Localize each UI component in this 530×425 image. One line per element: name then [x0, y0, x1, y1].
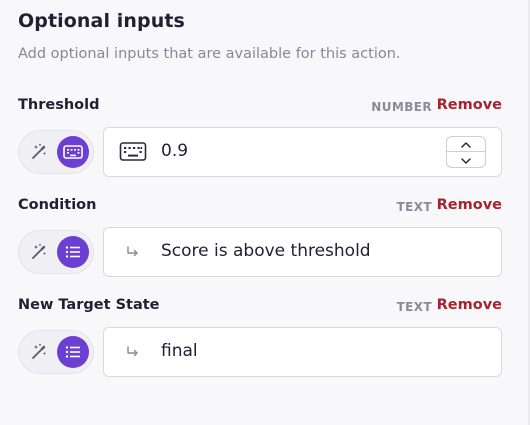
- magic-wand-icon[interactable]: [27, 340, 51, 364]
- input-type-condition: TEXT: [396, 200, 432, 214]
- input-mode-toggle-condition[interactable]: [18, 230, 94, 274]
- remove-condition-button[interactable]: Remove: [437, 197, 502, 213]
- section-subtitle: Add optional inputs that are available f…: [18, 46, 401, 62]
- condition-value[interactable]: Score is above threshold: [161, 241, 371, 261]
- list-icon[interactable]: [57, 336, 89, 368]
- return-arrow-icon: [118, 240, 148, 264]
- number-stepper[interactable]: [446, 136, 486, 168]
- keyboard-icon: [118, 140, 148, 164]
- input-label-new-target-state: New Target State: [18, 297, 160, 313]
- magic-wand-icon[interactable]: [27, 140, 51, 164]
- increment-button[interactable]: [447, 137, 485, 152]
- magic-wand-icon[interactable]: [27, 240, 51, 264]
- list-icon[interactable]: [57, 236, 89, 268]
- new-target-state-value[interactable]: final: [161, 341, 198, 361]
- threshold-input[interactable]: 0.9: [103, 127, 502, 177]
- input-mode-toggle-new-target-state[interactable]: [18, 330, 94, 374]
- input-label-threshold: Threshold: [18, 97, 100, 113]
- new-target-state-input[interactable]: final: [103, 327, 502, 377]
- remove-new-target-state-button[interactable]: Remove: [437, 297, 502, 313]
- decrement-button[interactable]: [447, 152, 485, 167]
- input-type-threshold: NUMBER: [371, 100, 432, 114]
- condition-input[interactable]: Score is above threshold: [103, 227, 502, 277]
- input-type-new-target-state: TEXT: [396, 300, 432, 314]
- input-mode-toggle-threshold[interactable]: [18, 130, 94, 174]
- section-title: Optional inputs: [18, 10, 185, 32]
- input-label-condition: Condition: [18, 197, 97, 213]
- chevron-up-icon: [460, 137, 472, 152]
- remove-threshold-button[interactable]: Remove: [437, 97, 502, 113]
- return-arrow-icon: [118, 340, 148, 364]
- keyboard-icon[interactable]: [57, 136, 89, 168]
- threshold-value[interactable]: 0.9: [161, 141, 188, 161]
- optional-inputs-panel: Optional inputs Add optional inputs that…: [0, 0, 530, 425]
- chevron-down-icon: [460, 152, 472, 168]
